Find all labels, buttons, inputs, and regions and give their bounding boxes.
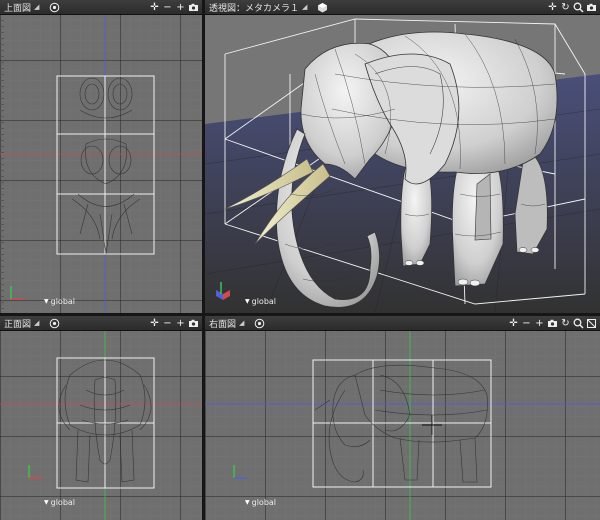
render-cube-icon[interactable] [317, 2, 328, 13]
front-view-canvas[interactable] [0, 330, 202, 520]
perspective-view-canvas[interactable] [205, 14, 600, 313]
top-viewport-title: 上面図 [4, 3, 32, 14]
camera-icon[interactable] [586, 2, 597, 13]
move-icon[interactable]: ✛ [547, 2, 558, 13]
zoom-out-icon[interactable]: − [521, 318, 532, 329]
right-viewport-header: 右面図 ◢ ✛ − + ↻ [205, 316, 600, 331]
view-menu-triangle-icon[interactable]: ◢ [302, 3, 307, 11]
perspective-viewport[interactable]: 透視図：メタカメラ１ ◢ ✛ ↻ ▼ global [205, 0, 600, 313]
camera-icon[interactable] [188, 318, 199, 329]
view-menu-triangle-icon[interactable]: ◢ [34, 319, 39, 327]
front-viewport-title: 正面図 [4, 319, 32, 330]
perspective-viewport-title: 透視図：メタカメラ１ [209, 3, 300, 14]
view-menu-triangle-icon[interactable]: ◢ [239, 319, 244, 327]
perspective-viewport-header: 透視図：メタカメラ１ ◢ ✛ ↻ [205, 0, 600, 15]
zoom-out-icon[interactable]: − [162, 318, 173, 329]
perspective-coord-label[interactable]: ▼ global [245, 297, 276, 306]
front-viewport[interactable]: 正面図 ◢ ✛ − + ▼ global [0, 316, 202, 520]
rotate-icon[interactable]: ↻ [560, 2, 571, 13]
view-menu-triangle-icon[interactable]: ◢ [34, 3, 39, 11]
top-view-canvas[interactable] [0, 14, 202, 313]
zoom-icon[interactable] [573, 318, 584, 329]
right-viewport-title: 右面図 [209, 319, 237, 330]
zoom-out-icon[interactable]: − [162, 2, 173, 13]
zoom-in-icon[interactable]: + [534, 318, 545, 329]
vertical-ruler [0, 14, 4, 313]
axis-gizmo-icon [10, 286, 24, 300]
right-view-canvas[interactable] [205, 330, 600, 520]
camera-target-icon[interactable] [49, 318, 60, 329]
zoom-icon[interactable] [573, 2, 584, 13]
camera-target-icon[interactable] [254, 318, 265, 329]
rotate-icon[interactable]: ↻ [560, 318, 571, 329]
top-coord-label[interactable]: ▼ global [44, 297, 75, 306]
axis-gizmo-icon [216, 282, 230, 300]
front-coord-label[interactable]: ▼ global [44, 498, 75, 507]
modeler-window: 上面図 ◢ ✛ − + ▼ global 透視図：メタカメラ１ ◢ ✛ ↻ ▼ … [0, 0, 600, 520]
coord-dropdown-icon[interactable]: ▼ [44, 298, 49, 305]
top-viewport-header: 上面図 ◢ ✛ − + [0, 0, 202, 15]
axis-gizmo-icon [28, 465, 42, 479]
right-coord-label[interactable]: ▼ global [245, 498, 276, 507]
axis-gizmo-icon [233, 465, 247, 479]
coord-dropdown-icon[interactable]: ▼ [245, 499, 250, 506]
coord-dropdown-icon[interactable]: ▼ [245, 298, 250, 305]
move-icon[interactable]: ✛ [149, 2, 160, 13]
coord-dropdown-icon[interactable]: ▼ [44, 499, 49, 506]
move-icon[interactable]: ✛ [149, 318, 160, 329]
zoom-in-icon[interactable]: + [175, 318, 186, 329]
right-viewport[interactable]: 右面図 ◢ ✛ − + ↻ ▼ global [205, 316, 600, 520]
camera-icon[interactable] [188, 2, 199, 13]
camera-target-icon[interactable] [49, 2, 60, 13]
move-icon[interactable]: ✛ [508, 318, 519, 329]
front-viewport-header: 正面図 ◢ ✛ − + [0, 316, 202, 331]
top-viewport[interactable]: 上面図 ◢ ✛ − + ▼ global [0, 0, 202, 313]
zoom-in-icon[interactable]: + [175, 2, 186, 13]
wireframe-icon[interactable] [586, 318, 597, 329]
camera-icon[interactable] [547, 318, 558, 329]
